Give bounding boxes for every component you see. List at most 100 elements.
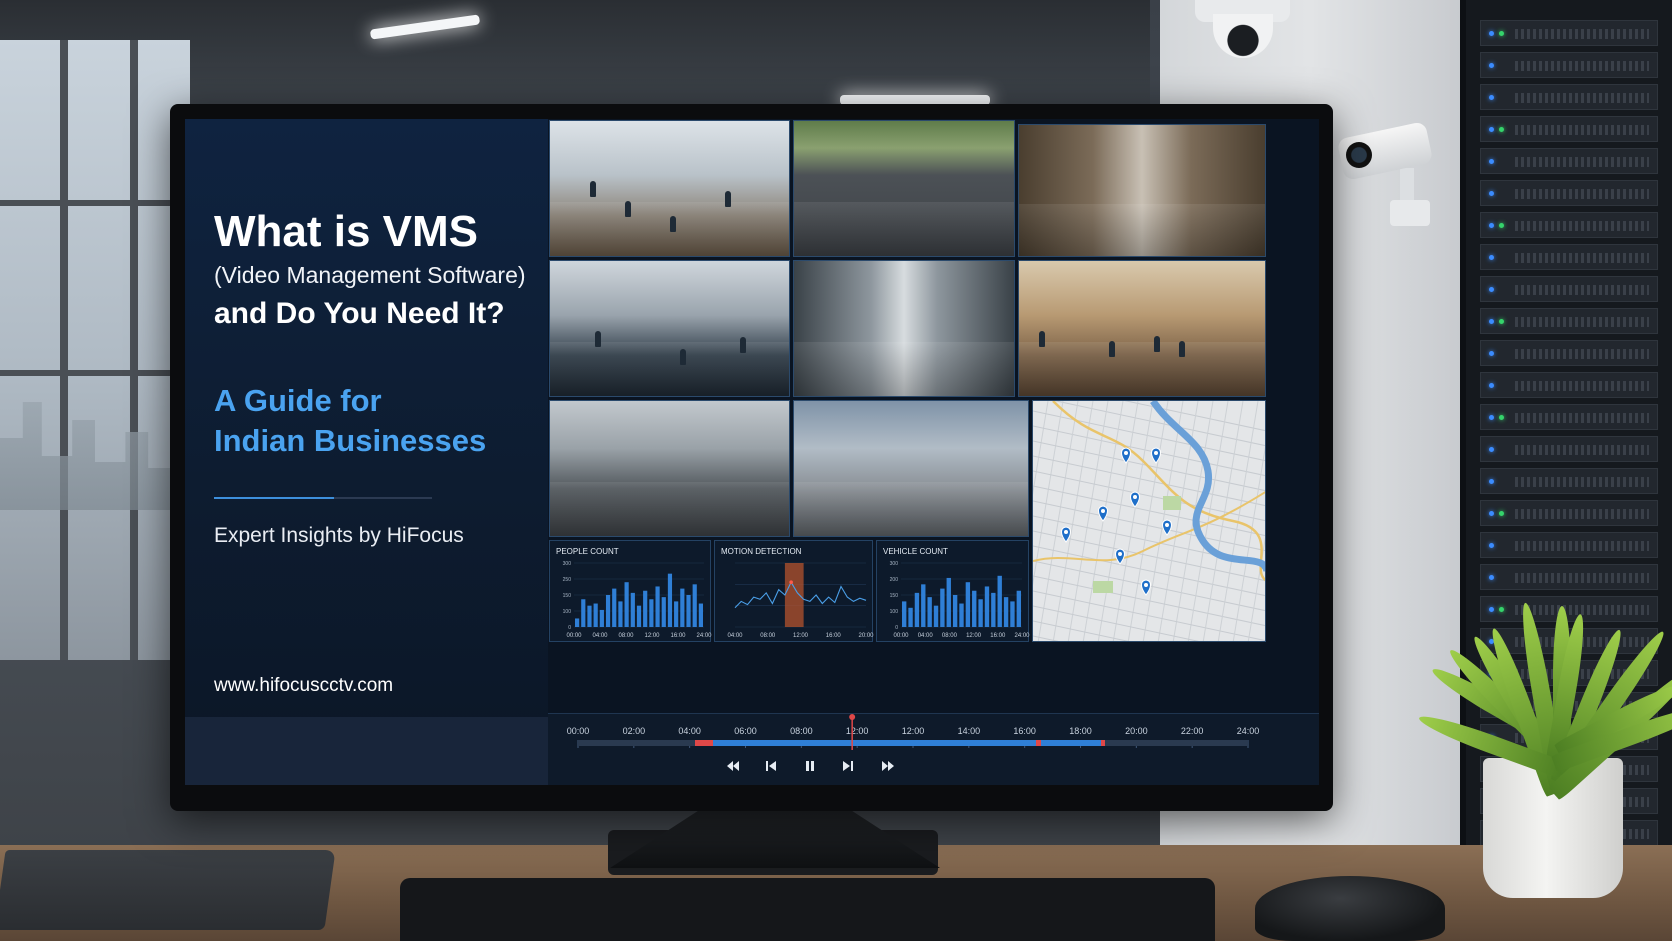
monitor: What is VMS (Video Management Software) …	[170, 104, 1333, 811]
map-pin-dot	[1133, 495, 1137, 499]
pause-icon[interactable]	[806, 761, 814, 771]
y-tick-label: 200	[890, 577, 899, 583]
y-tick-label: 150	[563, 593, 572, 599]
map-pin-dot	[1144, 583, 1148, 587]
x-tick-label: 04:00	[727, 633, 743, 639]
chart-bar	[605, 595, 611, 627]
timeline-label: 24:00	[1237, 726, 1260, 736]
map-street	[1033, 605, 1200, 641]
timeline-label: 00:00	[567, 726, 590, 736]
y-tick-label: 0	[895, 625, 898, 631]
timeline-label: 12:00	[846, 726, 869, 736]
map-street	[1142, 401, 1184, 641]
playback-timeline[interactable]: 00:00 02:00 04:00 06:00 08:00 12:00 12:00 14:00…	[548, 713, 1319, 785]
camera-feed-lobby[interactable]	[549, 120, 790, 257]
chart-bar	[927, 597, 932, 627]
timeline-label: 20:00	[1125, 726, 1148, 736]
y-tick-label: 250	[563, 577, 572, 583]
camera-feed-parking[interactable]	[793, 120, 1015, 257]
chart-bar	[940, 588, 945, 627]
office-window	[0, 40, 190, 660]
mouse	[1255, 876, 1445, 941]
x-tick-label: 16:00	[990, 633, 1006, 639]
slide-subtitle: (Video Management Software)	[214, 262, 526, 288]
previous-icon[interactable]	[766, 761, 776, 771]
chart-bar	[593, 603, 598, 627]
chart-bar	[933, 605, 939, 627]
camera-feed-warehouse[interactable]	[1018, 124, 1266, 257]
slide-question: and Do You Need It?	[214, 297, 505, 330]
site-map[interactable]	[1032, 400, 1266, 642]
dome-camera	[1195, 0, 1290, 60]
rack-server-unit	[1480, 468, 1658, 494]
map-street	[1033, 620, 1129, 641]
chart-bar	[599, 609, 604, 627]
pause-icon-glyph	[806, 761, 814, 771]
map-pin-dot	[1154, 451, 1158, 455]
motion-alert-band	[784, 563, 804, 627]
map-pin-icon	[1115, 548, 1125, 565]
map-pin-dot	[1165, 523, 1169, 527]
accent-divider	[214, 497, 432, 499]
x-tick-label: 12:00	[793, 633, 809, 639]
guide-heading: A Guide for Indian Businesses	[214, 381, 486, 461]
chart-bar	[581, 599, 586, 627]
timeline-track[interactable]: 00:00 02:00 04:00 06:00 08:00 12:00 12:00 14:00…	[548, 714, 1319, 785]
map-pin-icon	[1141, 579, 1151, 596]
map-road	[1052, 401, 1265, 581]
map-street	[1033, 500, 1265, 552]
x-tick-label: 08:00	[942, 633, 958, 639]
map-pin-icon	[1130, 491, 1140, 508]
camera-feed-street[interactable]	[549, 400, 790, 537]
map-street	[1033, 590, 1265, 641]
vehicle-count-title: VEHICLE COUNT	[883, 547, 948, 556]
timeline-alert-marker	[1101, 740, 1105, 746]
timeline-label: 04:00	[678, 726, 701, 736]
camera-feed-entrance[interactable]	[793, 400, 1029, 537]
bullet-camera	[1336, 120, 1450, 230]
camera-feed-office[interactable]	[549, 260, 790, 397]
slide-title: What is VMS	[214, 207, 479, 256]
chart-bar	[686, 595, 691, 627]
rack-server-unit	[1480, 436, 1658, 462]
camera-feed-retail[interactable]	[1018, 260, 1266, 397]
chart-bar	[1010, 601, 1015, 627]
people-count-plot: 300 250 150 100 0 00:00 04:00 08:00 12:00 16:00 24…	[563, 561, 712, 639]
map-pin-icon	[1061, 526, 1071, 543]
map-pin-icon	[1098, 505, 1108, 522]
chart-bar	[1003, 597, 1009, 627]
map-park	[1163, 496, 1181, 510]
fast-forward-icon[interactable]	[882, 761, 894, 771]
chart-bar	[997, 575, 1002, 627]
timeline-label: 16:00	[1013, 726, 1036, 736]
chart-bar	[698, 603, 703, 627]
rack-server-unit	[1480, 340, 1658, 366]
map-pin-dot	[1101, 509, 1105, 513]
chart-bar	[1016, 590, 1021, 627]
map-street	[1033, 635, 1059, 641]
chart-bar	[612, 588, 617, 627]
chart-bar	[587, 605, 592, 627]
rewind-icon[interactable]	[727, 761, 739, 771]
timeline-label: 02:00	[623, 726, 646, 736]
notebook	[0, 850, 336, 930]
chart-bar	[636, 605, 642, 627]
x-tick-label: 16:00	[670, 633, 686, 639]
chart-bar	[946, 577, 951, 627]
timeline-label: 06:00	[734, 726, 757, 736]
rack-server-unit	[1480, 148, 1658, 174]
chart-bar	[618, 601, 623, 627]
people-count-title: PEOPLE COUNT	[556, 547, 619, 556]
slide-title-panel: What is VMS (Video Management Software) …	[185, 119, 548, 785]
guide-line-1: A Guide for	[214, 383, 382, 418]
timeline-label: 08:00	[790, 726, 813, 736]
map-pin-dot	[1124, 451, 1128, 455]
next-icon[interactable]	[843, 761, 853, 771]
camera-feed-corridor[interactable]	[793, 260, 1015, 397]
map-pin-shape	[1115, 548, 1125, 565]
people-count-chart: 300 250 150 100 0 00:00 04:00 08:00 12:00 16:00 24…	[549, 540, 712, 642]
chart-bar	[921, 584, 926, 627]
rack-server-unit	[1480, 244, 1658, 270]
website-link[interactable]: www.hifocuscctv.com	[214, 675, 393, 697]
insights-credit: Expert Insights by HiFocus	[214, 524, 464, 547]
